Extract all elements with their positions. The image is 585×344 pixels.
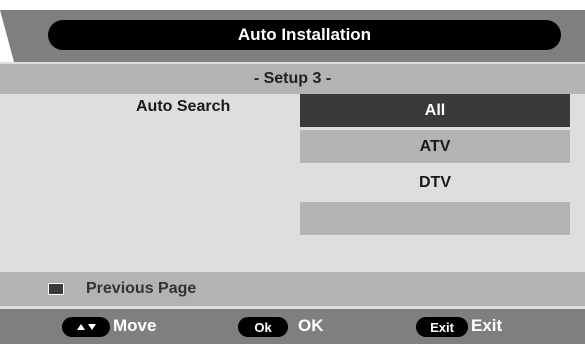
menu-title: Auto Installation <box>48 20 561 50</box>
ok-hint-label: OK <box>298 316 324 335</box>
setup-step-title: - Setup 3 - <box>0 64 585 94</box>
up-down-arrows-icon <box>62 317 110 337</box>
arrow-up-icon <box>76 324 85 330</box>
option-all[interactable]: All <box>300 94 570 127</box>
previous-page-label: Previous Page <box>86 280 197 297</box>
option-empty[interactable] <box>300 202 570 235</box>
exit-hint-label: Exit <box>471 316 503 335</box>
header-band: Auto Installation <box>0 10 585 62</box>
auto-search-label: Auto Search <box>136 98 231 115</box>
option-dtv[interactable]: DTV <box>300 166 570 199</box>
color-key-icon <box>48 283 64 295</box>
settings-panel: Auto Search All ATV DTV <box>0 94 585 272</box>
arrow-down-icon <box>87 324 96 330</box>
option-atv[interactable]: ATV <box>300 130 570 163</box>
ok-key-badge: Ok <box>238 317 288 337</box>
move-hint-label: Move <box>113 316 157 335</box>
header-corner-notch <box>0 10 14 62</box>
tv-menu-screen: Auto Installation - Setup 3 - Auto Searc… <box>0 10 585 344</box>
previous-page-button[interactable]: Previous Page <box>0 272 585 306</box>
exit-key-badge: Exit <box>416 317 468 337</box>
footer-hint-bar: Move Ok OK Exit Exit <box>0 309 585 344</box>
